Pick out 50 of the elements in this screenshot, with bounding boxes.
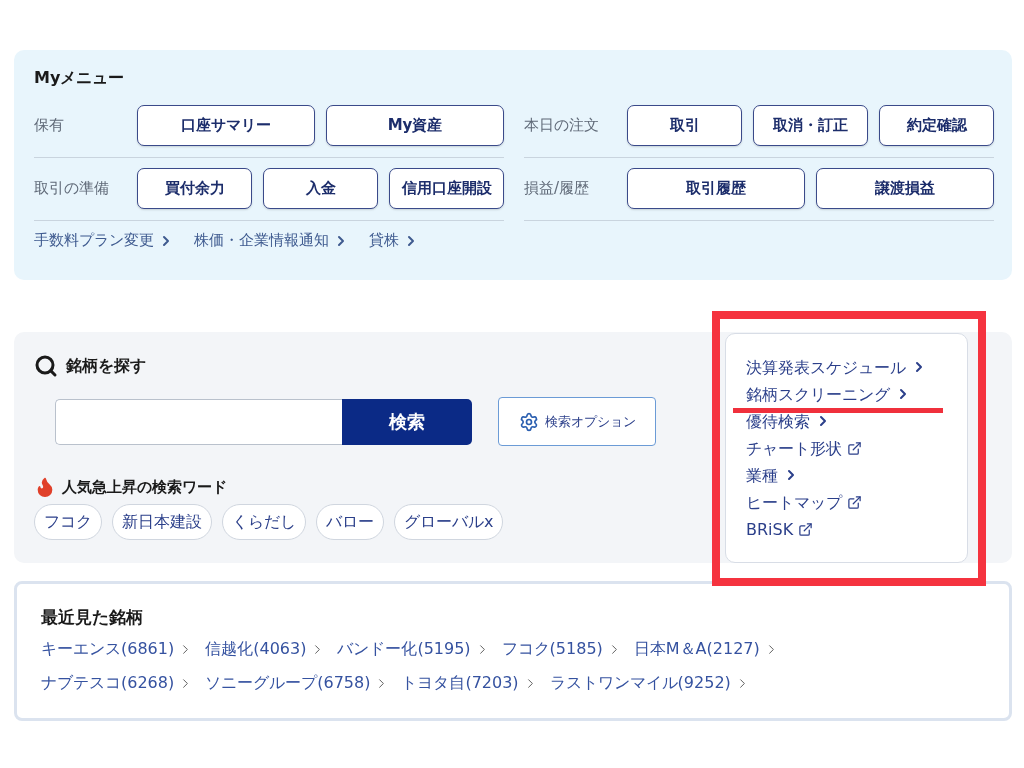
stock-link[interactable]: キーエンス(6861) (41, 635, 194, 663)
search-button[interactable]: 検索 (342, 398, 472, 445)
section-title: 銘柄を探す (66, 355, 146, 377)
panel-link[interactable]: ヒートマップ (746, 490, 862, 514)
row-label: 損益/履歴 (524, 179, 591, 198)
keyword-tag[interactable]: バロー (316, 504, 384, 540)
keyword-tag[interactable]: グローバルx (394, 504, 504, 540)
external-link-icon (847, 440, 862, 456)
external-link-icon (798, 521, 814, 537)
menu-button[interactable]: My資産 (326, 105, 504, 146)
panel-link[interactable]: BRiSK (746, 517, 814, 541)
settings-icon (518, 411, 539, 432)
menu-button[interactable]: 取引履歴 (627, 168, 805, 209)
row-label: 取引の準備 (34, 179, 110, 198)
menu-button[interactable]: 口座サマリー (137, 105, 315, 146)
stock-link[interactable]: 日本M＆A(2127) (633, 635, 779, 663)
search-field[interactable] (55, 398, 342, 445)
panel-link[interactable]: 銘柄スクリーニング (746, 382, 911, 406)
menu-button[interactable]: 入金 (263, 168, 378, 209)
menu-link[interactable]: 手数料プラン変更 (34, 231, 174, 250)
keyword-tag[interactable]: くらだし (222, 504, 306, 540)
panel-link[interactable]: 決算発表スケジュール (746, 355, 927, 379)
panel-link[interactable]: 業種 (746, 463, 799, 487)
keyword-tag[interactable]: フコク (34, 504, 102, 540)
search-options-button[interactable]: 検索オプション (498, 397, 656, 446)
stock-link[interactable]: ソニーグループ(6758) (205, 669, 390, 697)
stock-link[interactable]: ナブテスコ(6268) (41, 669, 194, 697)
recent-title: 最近見た銘柄 (41, 606, 144, 629)
stock-link[interactable]: バンドー化(5195) (337, 635, 490, 663)
stock-link[interactable]: トヨタ自(7203) (401, 669, 538, 697)
menu-button[interactable]: 取引 (627, 105, 742, 146)
menu-link[interactable]: 株価・企業情報通知 (194, 231, 349, 250)
search-icon (34, 354, 58, 378)
stock-link[interactable]: 信越化(4063) (205, 635, 326, 663)
menu-button[interactable]: 買付余力 (137, 168, 252, 209)
menu-button[interactable]: 信用口座開設 (389, 168, 504, 209)
trending-title: 人気急上昇の検索ワード (62, 477, 227, 497)
row-label: 保有 (34, 116, 65, 135)
row-label: 本日の注文 (524, 116, 600, 135)
stock-link[interactable]: ラストワンマイル(9252) (549, 669, 750, 697)
menu-button[interactable]: 譲渡損益 (816, 168, 994, 209)
panel-link[interactable]: 優待検索 (746, 409, 831, 433)
keyword-tag[interactable]: 新日本建設 (112, 504, 212, 540)
menu-button[interactable]: 約定確認 (879, 105, 994, 146)
menu-link[interactable]: 貸株 (369, 231, 419, 250)
external-link-icon (847, 494, 862, 510)
stock-link[interactable]: フコク(5185) (501, 635, 622, 663)
my-menu-title: Myメニュー (34, 68, 126, 89)
panel-link[interactable]: チャート形状 (746, 436, 862, 460)
menu-button[interactable]: 取消・訂正 (753, 105, 868, 146)
